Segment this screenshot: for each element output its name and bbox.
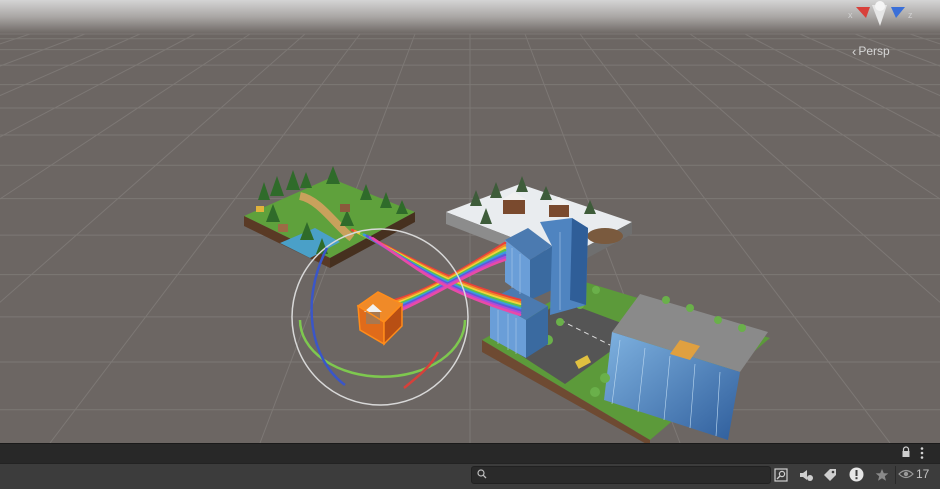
- search-icon: [477, 469, 487, 479]
- kebab-menu-icon[interactable]: [918, 446, 926, 460]
- scene-search-button[interactable]: [770, 465, 792, 484]
- axis-x-label: x: [848, 10, 853, 20]
- scene-view[interactable]: [0, 0, 940, 443]
- eye-icon: [898, 469, 914, 479]
- horizon-sky: [0, 0, 940, 34]
- search-field[interactable]: [471, 466, 771, 484]
- axis-x-cone[interactable]: [856, 7, 870, 18]
- axis-gizmo[interactable]: x z: [845, 0, 917, 32]
- favorite-button[interactable]: [871, 465, 893, 484]
- axis-z-label: z: [908, 10, 913, 20]
- tag-button[interactable]: [819, 465, 841, 484]
- projection-label: Persp: [858, 44, 890, 58]
- scene-search-icon: [774, 467, 788, 482]
- hidden-objects-toggle[interactable]: 17: [898, 466, 929, 482]
- chevron-left-icon: ‹: [852, 43, 857, 59]
- panel-header-bar: [0, 443, 940, 464]
- audio-mixer-button[interactable]: [795, 465, 817, 484]
- hidden-count-label: 17: [916, 467, 930, 481]
- projection-toggle[interactable]: ‹ Persp: [852, 44, 890, 58]
- favorite-star-icon: [875, 468, 889, 481]
- warning-icon: [849, 467, 863, 482]
- lock-icon[interactable]: [900, 446, 912, 458]
- toolbar-divider: [895, 466, 896, 484]
- search-input[interactable]: [490, 467, 760, 483]
- tag-icon: [824, 468, 836, 481]
- warning-button[interactable]: [845, 465, 867, 484]
- audio-mixer-icon: [800, 469, 813, 481]
- axis-z-cone[interactable]: [891, 7, 905, 18]
